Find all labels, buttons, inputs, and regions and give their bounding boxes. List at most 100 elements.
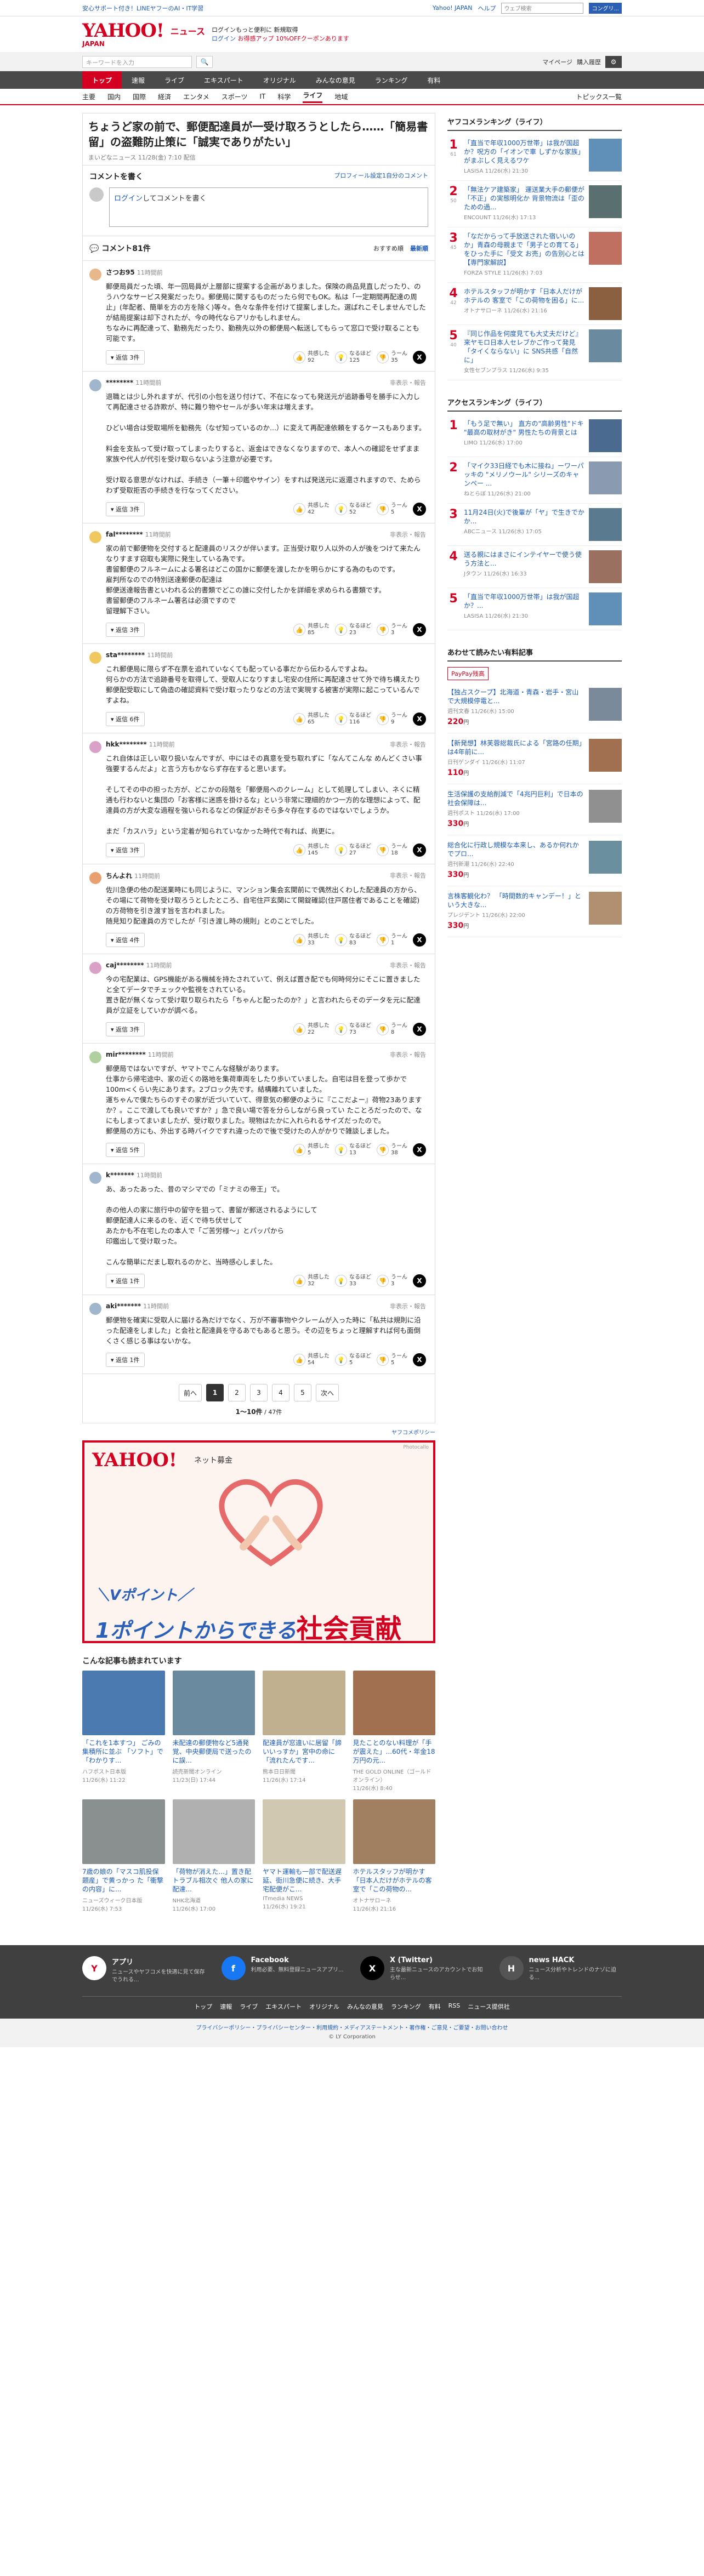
rank-title[interactable]: 『同じ作品を何度見ても大丈夫だけど』来ヤモロ日本人セレブかご作って発見「タイくな…: [464, 329, 584, 364]
nav-tab[interactable]: オリジナル: [253, 71, 306, 89]
page-button[interactable]: 4: [272, 1384, 289, 1401]
article-card-title[interactable]: 「これを1本すつ」 ごみの集積所に並ぶ 「ソフト」で「わかりす...: [82, 1739, 165, 1765]
page-button[interactable]: 3: [250, 1384, 268, 1401]
rank-title[interactable]: 「なだからって手放送された宿いいのか」青森の母親まで「男子との育てる」をひった手…: [464, 232, 584, 267]
reaction-dislike-button[interactable]: 👎 うーん 5: [377, 1353, 407, 1366]
paid-article-item[interactable]: 言株客観化わ？ 「時間数的キャンデー！」という大きな... プレジデント 11/2…: [447, 886, 622, 937]
reply-button[interactable]: ▾ 返信 1件: [106, 1353, 145, 1367]
footer-nav-link[interactable]: みんなの意見: [347, 2002, 383, 2011]
footer-nav-link[interactable]: エキスパート: [265, 2002, 302, 2011]
rank-title[interactable]: 「無法ケア建築家」 運送業大手の郵便が「不正」の実態明化か 背景物流は「歪のため…: [464, 185, 584, 212]
paid-article-title[interactable]: 【独占スクープ】北海道・青森・岩手・宮山で大規模停電と...: [447, 688, 584, 705]
article-card-title[interactable]: 「荷物が消えた...」置き配トラブル相次ぐ 他人の家に配達...: [173, 1867, 256, 1894]
reaction-think-button[interactable]: 💡 なるほど 13: [335, 1143, 371, 1156]
category-tab[interactable]: 科学: [277, 92, 291, 101]
reaction-dislike-button[interactable]: 👎 うーん 1: [377, 933, 407, 947]
related-article-card[interactable]: ホテルスタッフが明かす「日本人だけがホテルの客室で「この荷物の... オトナサロー…: [353, 1799, 435, 1912]
commenter-name[interactable]: sta********: [106, 651, 145, 659]
category-tab[interactable]: ライフ: [303, 90, 323, 103]
commenter-name[interactable]: k*******: [106, 1171, 134, 1179]
related-article-card[interactable]: 7歳の娘の「マスコ肌投保題産」で黄っかっ た「衝撃の内容」に... ニューズウィー…: [82, 1799, 165, 1912]
reaction-like-button[interactable]: 👍 共感した 42: [293, 503, 330, 516]
ranking-item[interactable]: 2 50 「無法ケア建築家」 運送業大手の郵便が「不正」の実態明化か 背景物流は「歪…: [447, 181, 622, 227]
page-button[interactable]: 5: [294, 1384, 311, 1401]
category-tab[interactable]: 主要: [82, 92, 95, 101]
reply-button[interactable]: ▾ 返信 3件: [106, 502, 145, 516]
profile-settings-link[interactable]: プロフィール設定1自分のコメント: [334, 171, 428, 182]
footer-nav-link[interactable]: ニュース提供社: [468, 2002, 509, 2011]
reaction-like-button[interactable]: 👍 共感した 32: [293, 1274, 330, 1287]
comment-input-box[interactable]: ログインしてコメントを書く: [109, 187, 428, 227]
reaction-think-button[interactable]: 💡 なるほど 33: [335, 1274, 371, 1287]
nav-tab[interactable]: 速報: [122, 71, 155, 89]
yahoo-news-logo[interactable]: YAHOO! JAPAN: [82, 21, 164, 48]
article-title[interactable]: ちょうど家の前で、郵便配達員が一受け取ろうとしたら……「簡易書留」の盗難防止策に…: [88, 119, 429, 150]
article-card-title[interactable]: 配達員が窓違いに居留「諦いいっすか」宮中の命に「流れたんです...: [263, 1739, 345, 1765]
reaction-like-button[interactable]: 👍 共感した 85: [293, 623, 330, 636]
category-tab[interactable]: 地域: [334, 92, 348, 101]
report-link[interactable]: 非表示・報告: [390, 961, 426, 970]
x-share-icon[interactable]: X: [413, 1143, 426, 1156]
reaction-think-button[interactable]: 💡 なるほど 5: [335, 1353, 371, 1366]
footer-nav-link[interactable]: トップ: [194, 2002, 212, 2011]
category-tab[interactable]: スポーツ: [222, 92, 248, 101]
category-tab[interactable]: 経済: [158, 92, 171, 101]
related-article-card[interactable]: 未配達の郵便物など5通発覚、中央郵便局で送ったのに誤... 読売新聞オンライン 1…: [172, 1671, 255, 1792]
article-card-title[interactable]: 7歳の娘の「マスコ肌投保題産」で黄っかっ た「衝撃の内容」に...: [82, 1867, 165, 1894]
reaction-dislike-button[interactable]: 👎 うーん 9: [377, 713, 407, 726]
paid-article-title[interactable]: 生活保護の支給削減で「4兆円巨利」で日本の社会保障は...: [447, 790, 584, 807]
reaction-think-button[interactable]: 💡 なるほど 27: [335, 844, 371, 857]
x-share-icon[interactable]: X: [413, 623, 426, 636]
footer-app-link[interactable]: Hnews HACK ニュース分析やトレンドのナゾに迫る...: [499, 1956, 622, 1984]
access-ranking-item[interactable]: 2 「マイク33日経でも木に接ね」ーワーパッキの "メリノウール" シリーズのキャ…: [447, 457, 622, 504]
rank-title[interactable]: 「直当で年収1000万世帯」は我が国超か？呪方の「イオンで車 しずかな家族」 が…: [464, 139, 584, 165]
rank-title[interactable]: 「直当で年収1000万世帯」は我が国超か？...: [464, 592, 584, 610]
ranking-item[interactable]: 4 42 ホテルスタッフが明かす「日本人だけがホテルの 客室で「この荷物を困る」に.…: [447, 283, 622, 325]
reaction-think-button[interactable]: 💡 なるほど 23: [335, 623, 371, 636]
commenter-name[interactable]: ********: [106, 379, 133, 386]
commenter-name[interactable]: aki*******: [106, 1302, 141, 1310]
x-share-icon[interactable]: X: [413, 503, 426, 516]
nav-tab[interactable]: トップ: [82, 71, 122, 89]
reply-button[interactable]: ▾ 返信 3件: [106, 623, 145, 637]
sort-latest[interactable]: 最新順: [410, 244, 428, 253]
reply-button[interactable]: ▾ 返信 5件: [106, 1143, 145, 1157]
help-link[interactable]: ヘルプ: [478, 4, 496, 13]
footer-nav-link[interactable]: ライブ: [240, 2002, 258, 2011]
x-share-icon[interactable]: X: [413, 1023, 426, 1036]
reaction-dislike-button[interactable]: 👎 うーん 18: [377, 844, 407, 857]
nav-tab[interactable]: ランキング: [365, 71, 418, 89]
report-link[interactable]: 非表示・報告: [390, 530, 426, 539]
nav-tab[interactable]: みんなの意見: [306, 71, 365, 89]
x-share-icon[interactable]: X: [413, 844, 426, 857]
news-search-input[interactable]: キーワードを入力: [82, 55, 192, 68]
report-link[interactable]: 非表示・報告: [390, 1302, 426, 1310]
reaction-like-button[interactable]: 👍 共感した 22: [293, 1023, 330, 1036]
search-icon[interactable]: 🔍: [196, 55, 213, 68]
footer-nav-link[interactable]: RSS: [448, 2002, 461, 2011]
commenter-name[interactable]: ちんよれ: [106, 872, 132, 880]
ranking-item[interactable]: 1 61 「直当で年収1000万世帯」は我が国超か？呪方の「イオンで車 しずかな家族…: [447, 134, 622, 181]
ranking-item[interactable]: 5 40 『同じ作品を何度見ても大丈夫だけど』来ヤモロ日本人セレブかご作って発見「タ…: [447, 325, 622, 380]
topics-list-link[interactable]: トピックス一覧: [576, 92, 622, 101]
article-card-title[interactable]: 見たことのない料理が「手が震えた」...60代・年金18万円の元...: [353, 1739, 436, 1765]
footer-app-link[interactable]: Y アプリ ニュースやヤフコメを快適に見て保存でうれる...: [82, 1956, 205, 1984]
donation-ad-banner[interactable]: YAHOO! ネット募金 Photocallo ＼Vポイント／ 1ポイントからで…: [82, 1440, 435, 1643]
rank-title[interactable]: 送る親にはまさにインテイヤーで使う使う方法と...: [464, 550, 584, 568]
reaction-think-button[interactable]: 💡 なるほど 73: [335, 1023, 371, 1036]
reply-button[interactable]: ▾ 返信 1件: [106, 1274, 145, 1288]
x-share-icon[interactable]: X: [413, 1274, 426, 1287]
paid-article-item[interactable]: 【独占スクープ】北海道・青森・岩手・宮山で大規模停電と... 週刊文春 11/26…: [447, 682, 622, 733]
paid-article-title[interactable]: 【新発想】林芙蓉総裁氏による「宮路の任期」は4年前に...: [447, 739, 584, 756]
category-tab[interactable]: エンタメ: [183, 92, 209, 101]
paid-article-title[interactable]: 言株客観化わ？ 「時間数的キャンデー！」という大きな...: [447, 892, 584, 909]
reaction-dislike-button[interactable]: 👎 うーん 3: [377, 623, 407, 636]
related-article-card[interactable]: 見たことのない料理が「手が震えた」...60代・年金18万円の元... THE G…: [353, 1671, 436, 1792]
ad-link-top[interactable]: 安心サポート付き！LINEヤフーのAI・IT学習: [82, 4, 203, 13]
nav-tab[interactable]: エキスパート: [194, 71, 253, 89]
access-ranking-item[interactable]: 1 「もう足で無い」 直方の"高齢男性"ドキ "最高の取材がき" 男性たちの背景と…: [447, 415, 622, 457]
access-ranking-item[interactable]: 5 「直当で年収1000万世帯」は我が国超か？... LASISA 11/26(水)…: [447, 588, 622, 630]
reaction-like-button[interactable]: 👍 共感した 54: [293, 1353, 330, 1366]
comment-login-link[interactable]: ログイン: [114, 195, 143, 203]
reply-button[interactable]: ▾ 返信 3件: [106, 350, 145, 364]
